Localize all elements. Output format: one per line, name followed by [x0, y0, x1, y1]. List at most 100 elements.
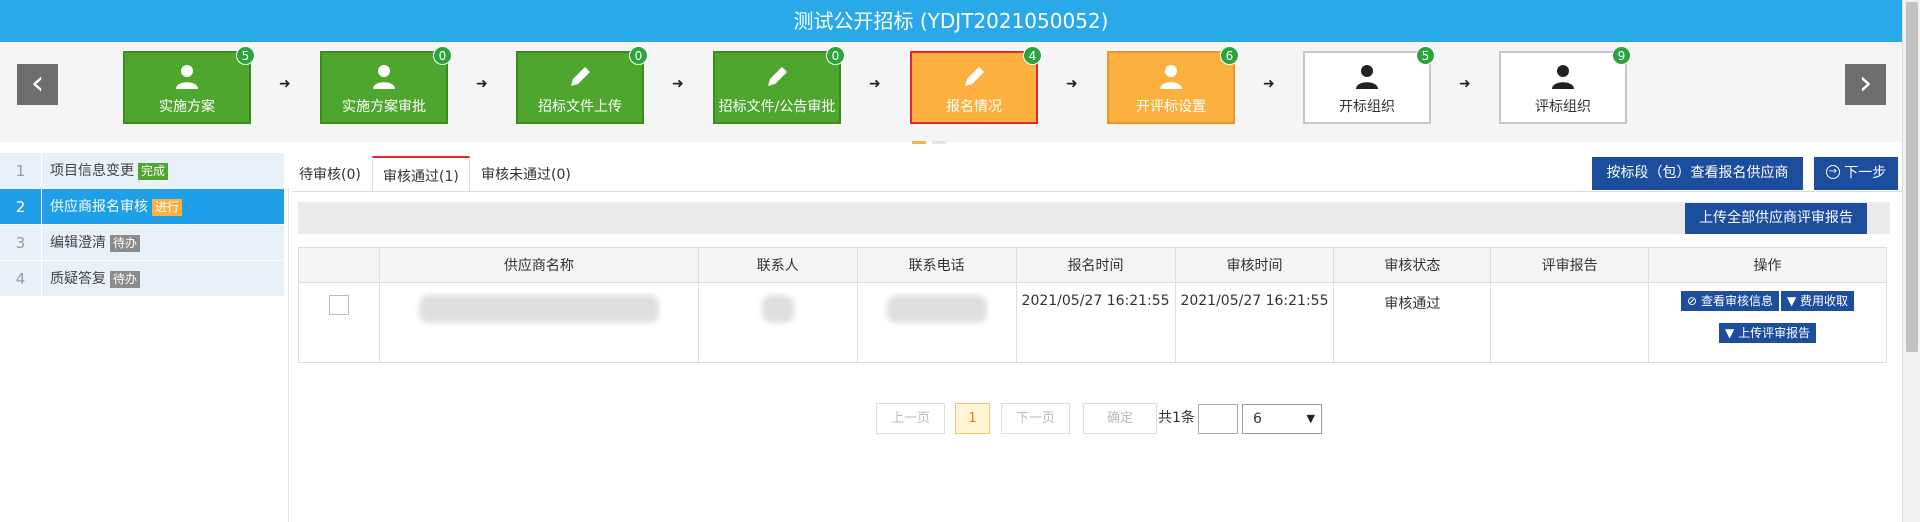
- sidebar: 1 项目信息变更 完成 2 供应商报名审核 进行 3 编辑澄清 待办 4 质疑答复 待办: [0, 153, 284, 297]
- step-bid-opening-settings[interactable]: 开评标设置 6: [1107, 46, 1239, 124]
- next-page-button[interactable]: 下一页: [1001, 403, 1070, 434]
- paperclip-icon: ⊘: [1687, 294, 1698, 308]
- view-review-info-button[interactable]: ⊘ 查看审核信息: [1681, 291, 1779, 311]
- page-size-value: 6: [1253, 411, 1262, 427]
- page-size-select[interactable]: 6 ▼: [1242, 404, 1322, 434]
- status-badge: 待办: [110, 270, 141, 288]
- step-count-badge: 9: [1612, 46, 1631, 65]
- step-registration-status[interactable]: 报名情况 4: [910, 46, 1042, 124]
- cell-review-time: 2021/05/27 16:21:55: [1174, 282, 1335, 363]
- button-label: 查看审核信息: [1700, 294, 1773, 308]
- step-count-badge: 4: [1023, 46, 1042, 65]
- step-tender-announcement-approval[interactable]: 招标文件/公告审批 0: [713, 46, 845, 124]
- fee-collection-button[interactable]: ▼ 费用收取: [1780, 291, 1855, 311]
- supplier-table: 供应商名称 联系人 联系电话 报名时间 审核时间 审核状态 评审报告 操作 20…: [298, 247, 1887, 363]
- sidebar-item-label: 供应商报名审核: [50, 199, 148, 215]
- tab-approved[interactable]: 审核通过(1): [372, 156, 470, 192]
- button-label: 上传评审报告: [1738, 326, 1811, 340]
- divider: [288, 188, 289, 522]
- row-checkbox[interactable]: [328, 295, 349, 315]
- carousel-indicator: [912, 132, 952, 148]
- chevron-left-icon: ‹: [30, 63, 45, 103]
- header-review-time: 审核时间: [1174, 247, 1335, 283]
- cell-review-report: [1490, 282, 1650, 363]
- prev-page-button[interactable]: 上一页: [876, 403, 945, 434]
- workflow-steps: ‹ 实施方案 5 ➜ 实施方案审批 0 ➜ 招标文件上传 0 ➜ 招标文件/公告…: [0, 42, 1902, 144]
- upload-report-button[interactable]: ▼ 上传评审报告: [1719, 323, 1817, 343]
- page-number-button[interactable]: 1: [955, 403, 990, 434]
- pencil-icon: [768, 67, 787, 86]
- window-title: 测试公开招标 (YDJT2021050052): [0, 0, 1902, 42]
- step-label: 招标文件/公告审批: [718, 99, 836, 115]
- arrow-right-icon: ➜: [279, 76, 291, 92]
- step-label: 开评标设置: [1136, 99, 1206, 115]
- view-by-section-button[interactable]: 按标段（包）查看报名供应商: [1592, 157, 1803, 190]
- prev-steps-button[interactable]: ‹: [17, 64, 58, 105]
- divider: [292, 191, 1902, 192]
- button-label: 费用收取: [1800, 294, 1849, 308]
- tab-pending[interactable]: 待审核(0): [299, 156, 361, 192]
- user-icon: [1552, 65, 1574, 89]
- step-tender-file-upload[interactable]: 招标文件上传 0: [516, 46, 648, 124]
- cell-supplier-name: [378, 282, 699, 363]
- confirm-page-button[interactable]: 确定: [1083, 403, 1157, 434]
- arrow-right-icon: ➜: [869, 76, 881, 92]
- sidebar-item-clarification[interactable]: 3 编辑澄清 待办: [0, 225, 284, 261]
- chevron-down-icon: ▼: [1306, 412, 1315, 425]
- sidebar-item-label: 质疑答复: [50, 271, 106, 287]
- header-contact: 联系人: [697, 247, 858, 283]
- page-jump-input[interactable]: [1198, 404, 1238, 434]
- step-bid-evaluation[interactable]: 评标组织 9: [1499, 46, 1631, 124]
- redacted-text: [886, 295, 987, 323]
- redacted-text: [418, 295, 659, 323]
- cell-signup-time: 2021/05/27 16:21:55: [1015, 282, 1176, 363]
- user-icon: [1356, 65, 1378, 89]
- cell-contact: [697, 282, 858, 363]
- sidebar-item-supplier-review[interactable]: 2 供应商报名审核 进行: [0, 189, 284, 225]
- sidebar-item-label: 编辑澄清: [50, 235, 106, 251]
- sidebar-item-number: 2: [0, 189, 42, 225]
- arrow-right-icon: ➜: [476, 76, 488, 92]
- step-label: 开标组织: [1339, 99, 1395, 115]
- tab-rejected[interactable]: 审核未通过(0): [481, 156, 571, 192]
- header-operations: 操作: [1648, 247, 1887, 283]
- cell-operations: ⊘ 查看审核信息 ▼ 费用收取 ▼ 上传评审报告: [1648, 282, 1887, 363]
- header-select: [298, 247, 380, 283]
- scrollbar-thumb[interactable]: [1906, 2, 1918, 352]
- cell-review-status: 审核通过: [1333, 282, 1492, 363]
- redacted-text: [761, 295, 794, 323]
- header-review-report: 评审报告: [1490, 247, 1650, 283]
- chevron-right-icon: ›: [1858, 63, 1873, 103]
- cell-select: [298, 282, 380, 363]
- indicator-dot-active[interactable]: [912, 141, 926, 144]
- sidebar-item-label: 项目信息变更: [50, 163, 134, 179]
- cell-phone: [856, 282, 1017, 363]
- sidebar-item-number: 1: [0, 153, 42, 189]
- next-step-label: 下一步: [1844, 165, 1887, 181]
- header-signup-time: 报名时间: [1015, 247, 1176, 283]
- sidebar-item-project-change[interactable]: 1 项目信息变更 完成: [0, 153, 284, 189]
- step-label: 实施方案审批: [342, 99, 426, 115]
- step-count-badge: 0: [826, 46, 845, 65]
- header-review-status: 审核状态: [1333, 247, 1492, 283]
- user-icon: [176, 65, 198, 89]
- vertical-scrollbar[interactable]: [1902, 0, 1920, 522]
- status-badge: 完成: [138, 162, 169, 180]
- step-count-badge: 0: [629, 46, 648, 65]
- next-step-button[interactable]: → 下一步: [1814, 157, 1898, 190]
- upload-all-reports-button[interactable]: 上传全部供应商评审报告: [1685, 203, 1867, 234]
- sidebar-item-number: 3: [0, 225, 42, 261]
- step-count-badge: 0: [433, 46, 452, 65]
- sidebar-item-query-reply[interactable]: 4 质疑答复 待办: [0, 261, 284, 297]
- filter-icon: ▼: [1786, 294, 1797, 308]
- next-steps-button[interactable]: ›: [1845, 64, 1886, 105]
- total-count: 共1条: [1158, 410, 1195, 426]
- table-toolbar: [298, 202, 1890, 234]
- indicator-dot[interactable]: [932, 141, 946, 144]
- pencil-icon: [965, 67, 984, 86]
- header-phone: 联系电话: [856, 247, 1017, 283]
- step-implementation-plan[interactable]: 实施方案 5: [123, 46, 255, 124]
- step-bid-opening[interactable]: 开标组织 5: [1303, 46, 1435, 124]
- status-badge: 进行: [152, 198, 183, 216]
- step-plan-approval[interactable]: 实施方案审批 0: [320, 46, 452, 124]
